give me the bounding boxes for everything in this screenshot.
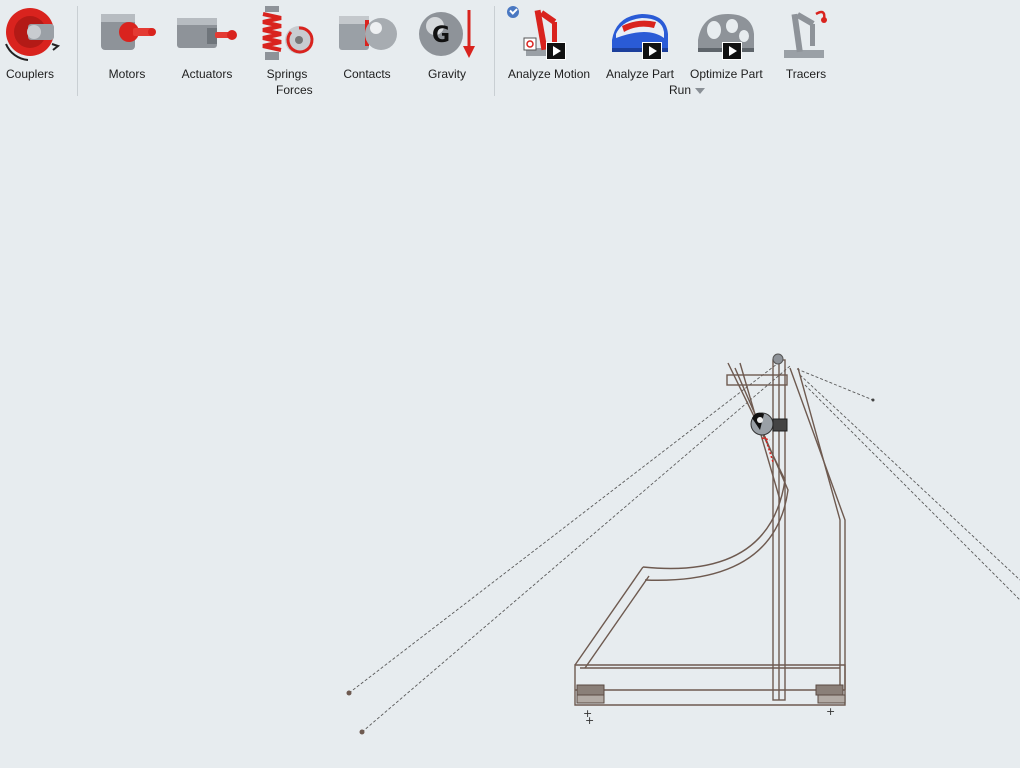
contacts-label: Contacts xyxy=(343,67,391,81)
forces-group-label: Forces xyxy=(276,83,313,97)
actuators-icon xyxy=(177,18,237,48)
pivot-joint[interactable] xyxy=(772,353,784,365)
stress-part-icon xyxy=(612,14,668,52)
springs-label: Springs xyxy=(266,67,308,81)
gravity-button[interactable]: G Gravity xyxy=(416,0,478,96)
optimize-part-label: Optimize Part xyxy=(690,67,763,81)
gravity-icon: G xyxy=(419,10,475,58)
line-endpoint-marker xyxy=(346,690,352,696)
play-icon xyxy=(546,42,566,60)
couplers-icon xyxy=(5,8,61,61)
anchor-marker: + xyxy=(826,705,835,718)
line-endpoint-marker xyxy=(871,398,875,402)
play-icon xyxy=(642,42,662,60)
motors-button[interactable]: Motors xyxy=(96,0,158,96)
tracers-button[interactable]: Tracers xyxy=(776,0,836,82)
actuators-label: Actuators xyxy=(181,67,233,81)
gravity-icon-letter: G xyxy=(432,23,450,48)
motors-icon xyxy=(101,14,156,50)
model-viewport[interactable]: + + + xyxy=(0,100,1020,768)
tracer-arm-icon xyxy=(784,10,827,58)
frame-foot xyxy=(815,684,844,696)
tracers-label: Tracers xyxy=(785,67,827,81)
analyze-motion-button[interactable]: Analyze Motion xyxy=(508,0,591,82)
contacts-button[interactable]: Contacts xyxy=(336,0,398,96)
analyze-part-button[interactable]: Analyze Part xyxy=(604,0,676,82)
optimize-part-button[interactable]: Optimize Part xyxy=(690,0,763,82)
frame-foot xyxy=(817,694,846,704)
ball-on-ramp[interactable] xyxy=(750,412,788,436)
contacts-icon xyxy=(339,16,397,50)
frame-model[interactable] xyxy=(574,359,846,706)
ribbon-separator xyxy=(494,6,495,96)
couplers-label: Couplers xyxy=(5,67,55,81)
frame-foot xyxy=(576,694,605,704)
analyze-motion-label: Analyze Motion xyxy=(508,67,591,81)
springs-button[interactable]: Springs xyxy=(256,0,318,96)
anchor-marker: + xyxy=(585,714,594,727)
gravity-label: Gravity xyxy=(427,67,466,81)
spring-icon xyxy=(262,6,314,60)
run-dropdown-chevron-icon[interactable] xyxy=(695,88,705,94)
ribbon-toolbar: Couplers Motors Actuators Springs Contac… xyxy=(0,0,1020,100)
motors-label: Motors xyxy=(108,67,146,81)
run-group-label: Run xyxy=(669,83,692,97)
couplers-button[interactable]: Couplers xyxy=(0,0,61,96)
ribbon-separator xyxy=(77,6,78,96)
analyze-part-label: Analyze Part xyxy=(605,67,675,81)
construction-lines xyxy=(348,363,1020,733)
frame-foot xyxy=(576,684,605,696)
actuators-button[interactable]: Actuators xyxy=(176,0,238,96)
line-endpoint-marker xyxy=(359,729,365,735)
play-icon xyxy=(722,42,742,60)
